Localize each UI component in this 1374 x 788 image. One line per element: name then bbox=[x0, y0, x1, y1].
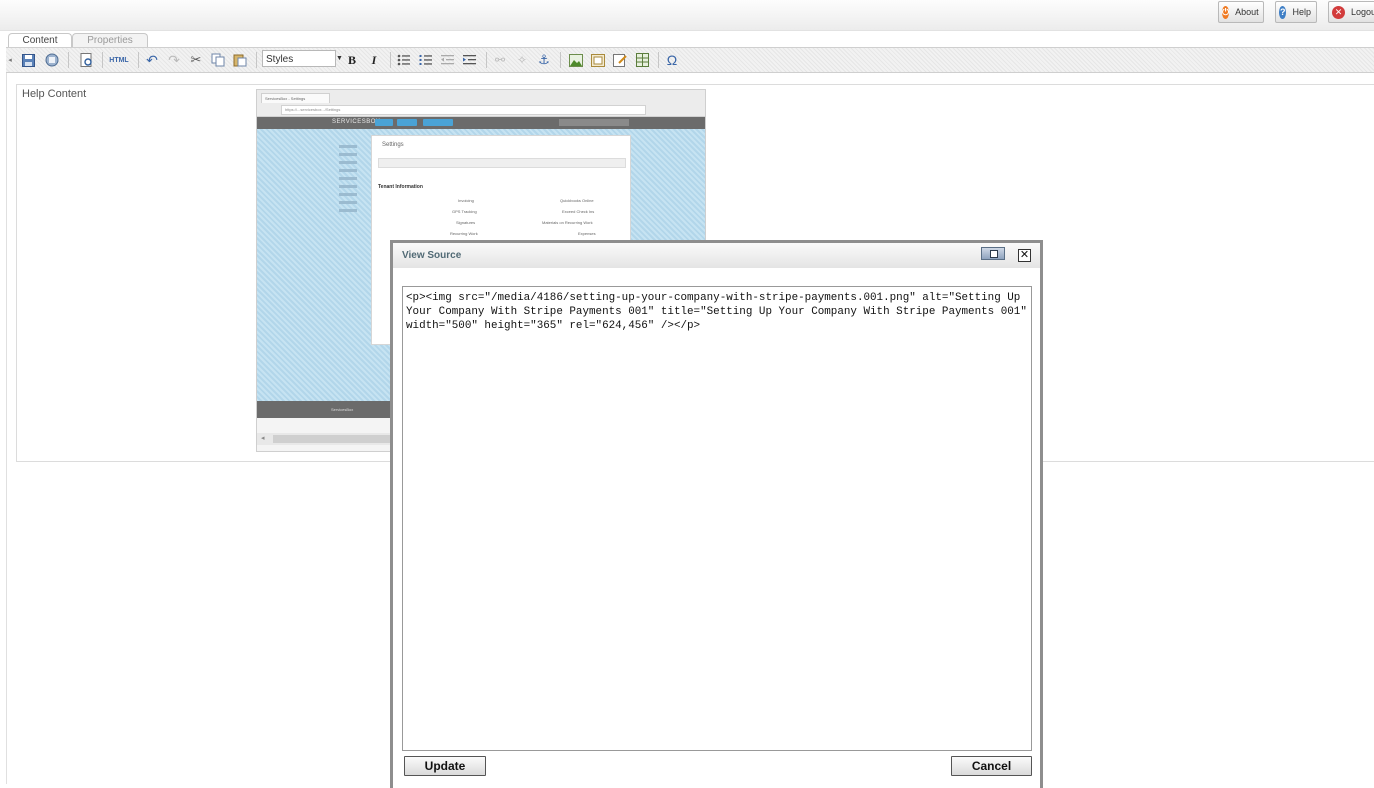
settings-row-label: Quickbooks Online bbox=[560, 198, 594, 203]
app-bar: SERVICESBOX bbox=[257, 117, 705, 129]
html-source-button[interactable]: HTML bbox=[108, 52, 130, 68]
unlink-icon[interactable]: ✧ bbox=[514, 52, 530, 68]
view-source-dialog: View Source ✕ <p><img src="/media/4186/s… bbox=[390, 240, 1043, 788]
settings-tabs bbox=[378, 158, 626, 168]
nav-pill bbox=[397, 119, 417, 126]
link-icon[interactable]: ⚯ bbox=[492, 52, 508, 68]
update-button[interactable]: Update bbox=[404, 756, 486, 776]
redo-icon[interactable]: ↷ bbox=[166, 52, 182, 68]
toolbar-separator bbox=[68, 52, 69, 68]
settings-row-label: Expenses bbox=[578, 231, 596, 236]
editor-toolbar: ◂ HTML ↶ ↷ ✂ Styles ▼ B I ⚯ ✧ ⚓ Ω bbox=[6, 47, 1374, 73]
chevron-down-icon[interactable]: ▼ bbox=[336, 55, 343, 62]
footer-text: ServicesBox bbox=[331, 407, 354, 412]
help-button-label: Help bbox=[1292, 7, 1311, 17]
browser-tab: ServicesBox - Settings bbox=[261, 93, 330, 103]
settings-row-label: Recurring Work bbox=[450, 231, 478, 236]
cut-icon[interactable]: ✂ bbox=[188, 52, 204, 68]
dialog-title: View Source bbox=[402, 250, 462, 261]
question-icon: ? bbox=[1279, 5, 1287, 19]
toolbar-separator bbox=[658, 52, 659, 68]
maximize-button[interactable] bbox=[981, 247, 1005, 260]
indent-icon[interactable] bbox=[462, 52, 478, 68]
logout-button-label: Logout bbox=[1351, 7, 1374, 17]
save-icon[interactable] bbox=[20, 52, 36, 68]
styles-select[interactable]: Styles bbox=[262, 50, 336, 67]
app-sidebar bbox=[335, 140, 371, 250]
anchor-icon[interactable]: ⚓ bbox=[536, 52, 552, 68]
settings-row-label: Exceed Check Ins bbox=[562, 209, 595, 214]
undo-icon[interactable]: ↶ bbox=[144, 52, 160, 68]
power-icon: ⏻ bbox=[1222, 5, 1230, 19]
toolbar-separator bbox=[138, 52, 139, 68]
copy-icon[interactable] bbox=[210, 52, 226, 68]
settings-row-label: Signatures bbox=[456, 220, 476, 225]
insert-table-icon[interactable] bbox=[634, 52, 650, 68]
help-button[interactable]: ? Help bbox=[1275, 1, 1317, 23]
italic-button[interactable]: I bbox=[366, 52, 382, 68]
bullet-list-icon[interactable] bbox=[396, 52, 412, 68]
preview-icon[interactable] bbox=[78, 52, 94, 68]
top-bar: ⏻ About ? Help ✕ Logout bbox=[0, 0, 1374, 31]
outdent-icon[interactable] bbox=[440, 52, 456, 68]
paste-icon[interactable] bbox=[232, 52, 248, 68]
cancel-button[interactable]: Cancel bbox=[951, 756, 1032, 776]
settings-row-label: Materials on Recurring Work bbox=[542, 220, 593, 225]
insert-media-icon[interactable] bbox=[590, 52, 606, 68]
close-icon: ✕ bbox=[1019, 249, 1030, 261]
insert-form-icon[interactable] bbox=[612, 52, 628, 68]
about-button-label: About bbox=[1235, 7, 1259, 17]
browser-url: https://...servicesbox.../Settings bbox=[281, 105, 646, 115]
dialog-header[interactable]: View Source ✕ bbox=[393, 243, 1040, 268]
save-publish-icon[interactable] bbox=[44, 52, 60, 68]
close-circle-icon: ✕ bbox=[1332, 5, 1345, 19]
toolbar-separator bbox=[560, 52, 561, 68]
toolbar-separator bbox=[256, 52, 257, 68]
maximize-icon bbox=[990, 250, 998, 258]
special-char-button[interactable]: Ω bbox=[664, 52, 680, 68]
tab-properties[interactable]: Properties bbox=[72, 33, 148, 48]
toolbar-collapse-icon[interactable]: ◂ bbox=[6, 52, 14, 68]
settings-title: Settings bbox=[382, 142, 404, 148]
settings-row-label: Invoicing bbox=[458, 198, 474, 203]
settings-row-label: GPS Tracking bbox=[452, 209, 477, 214]
nav-pill bbox=[423, 119, 453, 126]
source-textarea[interactable]: <p><img src="/media/4186/setting-up-your… bbox=[402, 286, 1032, 751]
browser-chrome: ServicesBox - Settings https://...servic… bbox=[257, 90, 705, 117]
scroll-left-icon[interactable]: ◂ bbox=[261, 434, 265, 442]
nav-pill bbox=[375, 119, 393, 126]
help-content-label: Help Content bbox=[22, 88, 87, 100]
insert-image-icon[interactable] bbox=[568, 52, 584, 68]
toolbar-separator bbox=[102, 52, 103, 68]
toolbar-separator bbox=[486, 52, 487, 68]
app-logo: SERVICESBOX bbox=[332, 119, 381, 125]
left-border bbox=[6, 71, 7, 784]
app-search bbox=[559, 119, 629, 126]
about-button[interactable]: ⏻ About bbox=[1218, 1, 1264, 23]
bold-button[interactable]: B bbox=[344, 52, 360, 68]
numbered-list-icon[interactable] bbox=[418, 52, 434, 68]
logout-button[interactable]: ✕ Logout bbox=[1328, 1, 1374, 23]
tenant-info-title: Tenant Information bbox=[378, 184, 423, 190]
close-button[interactable]: ✕ bbox=[1018, 249, 1031, 262]
toolbar-separator bbox=[390, 52, 391, 68]
